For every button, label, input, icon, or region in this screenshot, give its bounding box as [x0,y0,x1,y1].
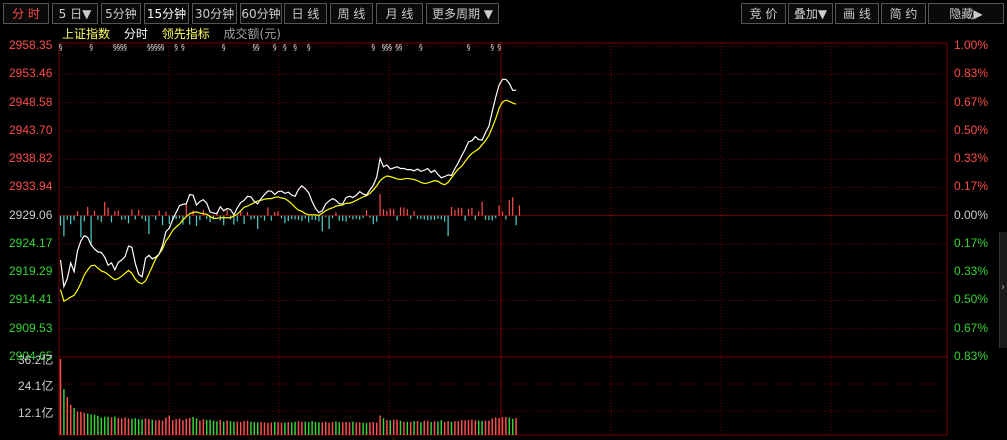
intraday-chart: § § § § § § § § § § § § § § § § § § § § § § § § § § § § § § [58,42,948,436]
top-marker: § [59,43,63,52]
y-axis-right-label: 0.67% [954,320,989,335]
top-marker: § [371,43,375,52]
top-marker: § [283,43,287,52]
y-axis-right-label: 0.67% [954,94,989,109]
y-axis-left-label: 2943.70 [9,122,53,137]
y-axis-right-label: 0.17% [954,179,989,194]
avg-price-line [59,99,517,302]
y-axis-left-label: 2909.53 [9,320,53,335]
top-marker: § [123,43,127,52]
top-marker: § [307,43,311,52]
y-axis-left-label: 2948.58 [9,94,53,109]
y-axis-left-label: 2914.41 [9,292,53,307]
y-axis-left-label: 2938.82 [9,151,53,166]
y-axis-right-label: 0.33% [954,264,989,279]
y-axis-right-label: 1.00% [954,38,989,52]
y-axis-left-label: 2958.35 [9,38,53,52]
y-axis-right-label: 0.50% [954,122,989,137]
y-axis-left-label: 2933.94 [9,179,53,194]
top-marker: § [161,43,165,52]
top-marker: § [399,43,403,52]
volume-axis-label: 24.1亿 [18,379,54,393]
y-axis-right-label: 0.50% [954,292,989,307]
top-marker: § [388,43,392,52]
volume-axis-label: 12.1亿 [18,406,54,420]
y-axis-left-label: 2953.46 [9,66,53,81]
top-marker: § [256,43,260,52]
top-marker: § [222,43,226,52]
top-marker: § [490,43,494,52]
side-handle-icon[interactable]: › [999,232,1007,348]
top-marker: § [419,43,423,52]
top-marker: § [174,43,178,52]
y-axis-right-label: 0.33% [954,151,989,166]
y-axis-left-label: 2929.06 [9,207,53,222]
y-axis-left-label: 2919.29 [9,264,53,279]
y-axis-right-label: 0.00% [954,207,989,222]
top-marker: § [181,43,185,52]
top-marker: § [89,43,93,52]
y-axis-right-label: 0.83% [954,349,989,363]
top-marker: § [293,43,297,52]
y-axis-left-label: 2924.17 [9,235,53,250]
top-marker: § [497,43,501,52]
top-marker: § [273,43,277,52]
volume-axis-label: 36.2亿 [18,353,54,367]
y-axis-right-label: 0.17% [954,235,989,250]
y-axis-right-label: 0.83% [954,66,989,81]
top-marker: § [467,43,471,52]
